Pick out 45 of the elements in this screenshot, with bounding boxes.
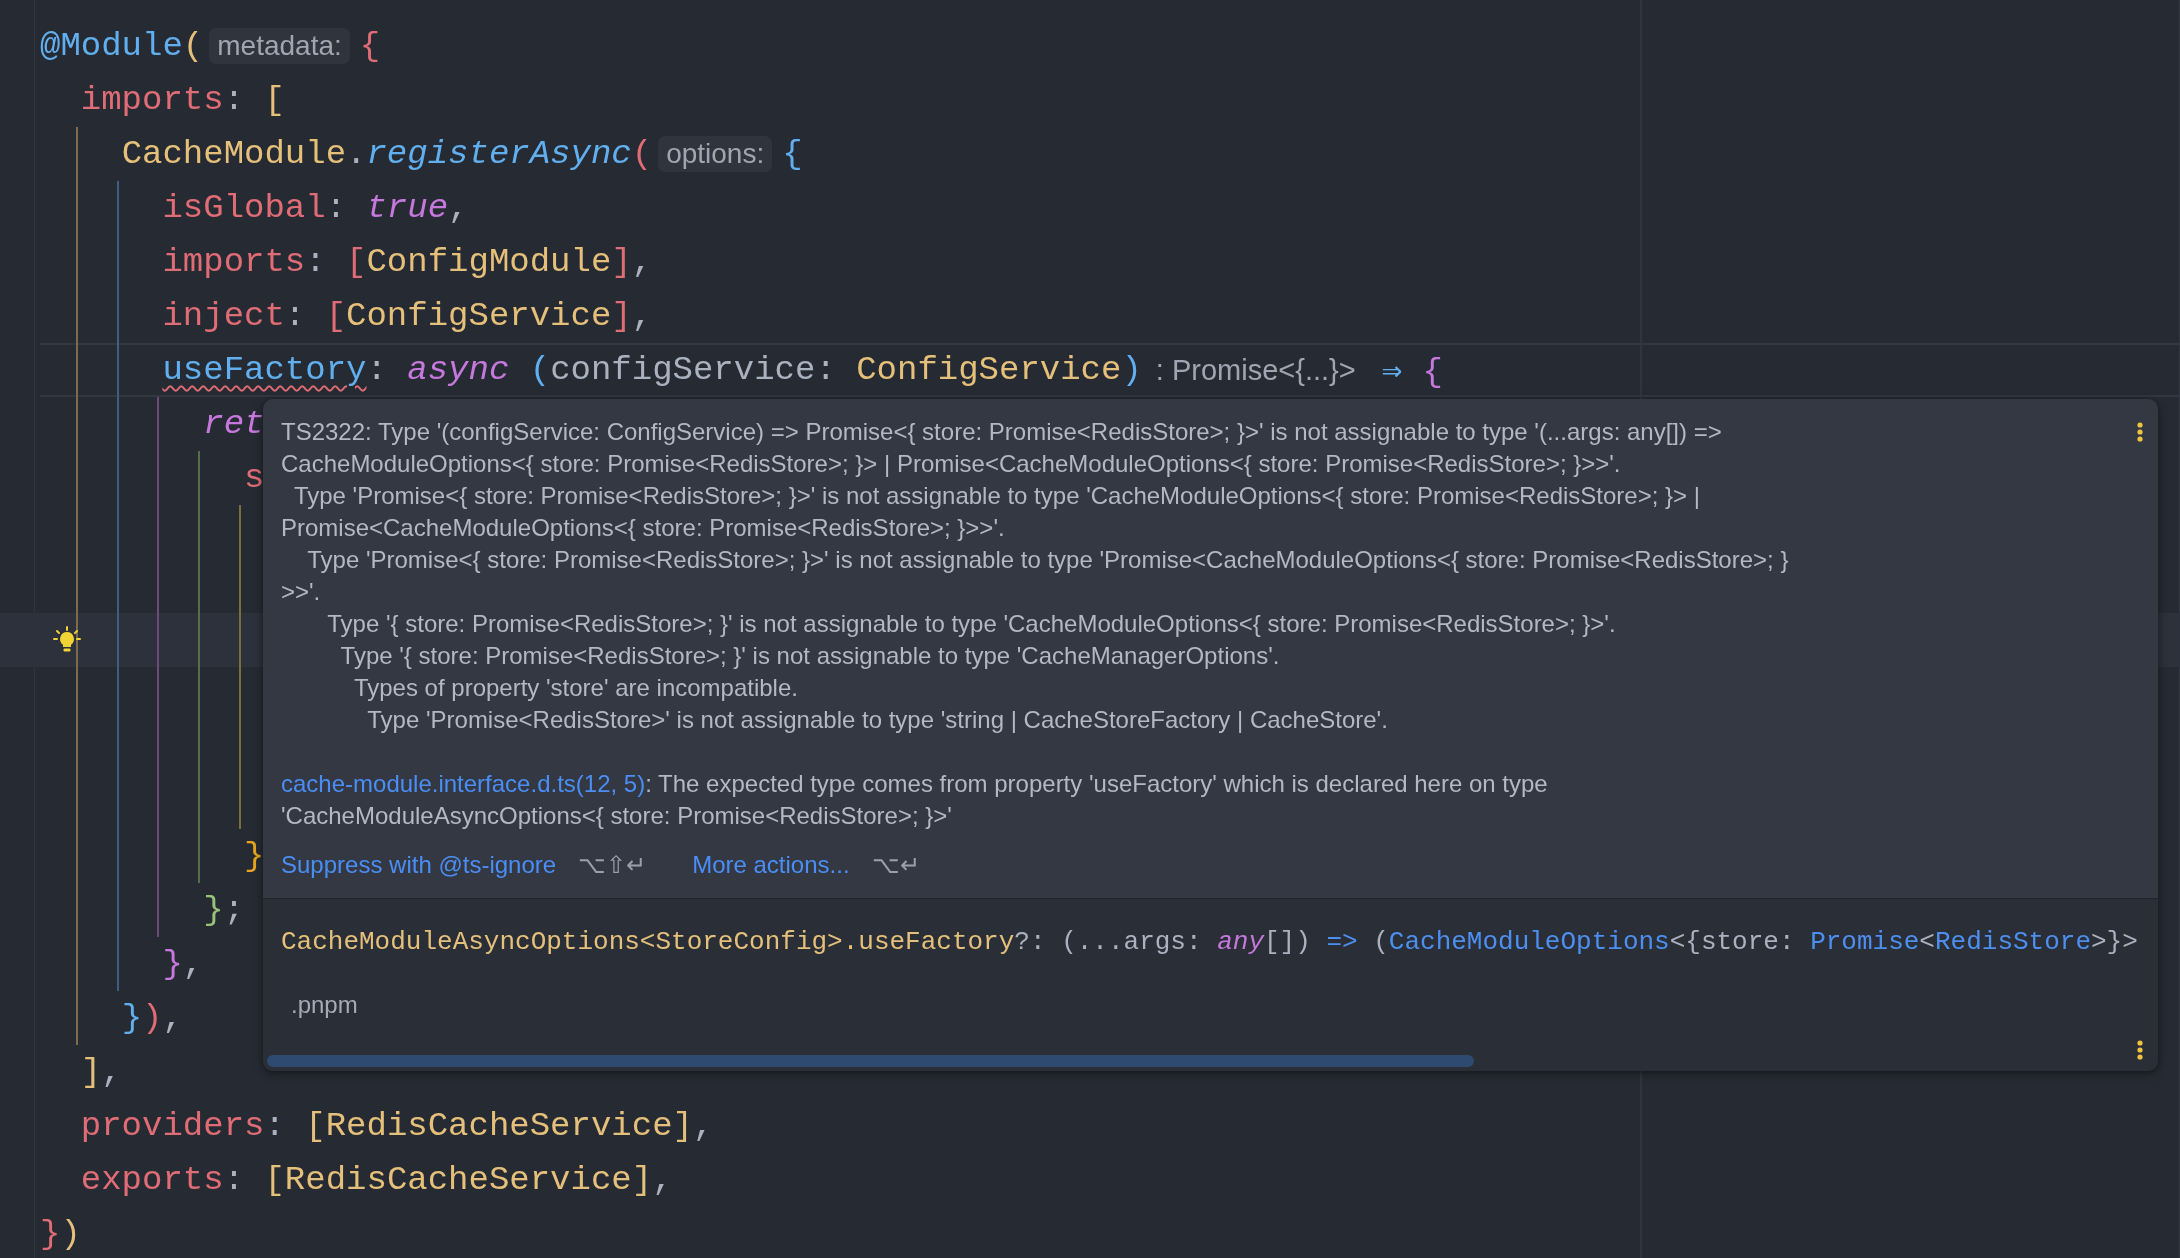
file-link[interactable]: cache-module.interface.d.ts(12, 5) [281, 770, 646, 797]
action-link[interactable]: Suppress with @ts-ignore [281, 849, 557, 881]
code-text: ⇒ { [1381, 352, 1443, 391]
code-text: CacheModule.registerAsync( [120, 135, 653, 173]
error-text: Type 'Promise<{ store: Promise<RedisStore>; }>' is not assignable to type 'Promise<CacheModuleOptions<{ store: Promise<RedisStore>; } [306, 545, 1790, 575]
shortcut-hint: ⌥⇧↵ [578, 850, 647, 880]
code-text: isGlobal: true, [161, 189, 469, 227]
code-text: }) [40, 1215, 81, 1253]
code-text: @Module( [40, 27, 204, 65]
code-text: imports: [ConfigModule], [161, 243, 653, 281]
error-text: Promise<CacheModuleOptions<{ store: Promise<RedisStore>; }>>'. [281, 513, 1006, 543]
more-icon[interactable] [2136, 1039, 2144, 1061]
error-text: TS2322: Type '(configService: ConfigService) => Promise<{ store: Promise<RedisStore>; }>' is not assignable to type '(...args: any[]) => [281, 417, 1723, 447]
code-text: imports: [ [79, 81, 285, 119]
code-text: { [782, 135, 803, 173]
error-text: >>'. [281, 577, 322, 607]
error-text: CacheModuleOptions<{ store: Promise<RedisStore>; }> | Promise<CacheModuleOptions<{ store: Promise<RedisStore>; }>>'. [281, 449, 1622, 479]
more-icon[interactable] [2136, 421, 2144, 443]
error-note: cache-module.interface.d.ts(12, 5): The expected type comes from property 'useFactory' which is declared here on type 'CacheModuleAsyncOptions<{ store: Promise<RedisStore>; }>' [281, 769, 1549, 831]
error-text: Type '{ store: Promise<RedisStore>; }' is not assignable to type 'CacheManagerOptions'. [339, 641, 1281, 671]
scrollbar-thumb[interactable] [267, 1055, 1474, 1067]
code-text: }), [120, 999, 183, 1037]
code-text: ret [202, 405, 265, 443]
code-text: providers: [RedisCacheService], [79, 1107, 714, 1145]
error-text: Type 'Promise<{ store: Promise<RedisStore>; }>' is not assignable to type 'CacheModuleOptions<{ store: Promise<RedisStore>; }> | [292, 481, 1701, 511]
error-text: Type '{ store: Promise<RedisStore>; }' is not assignable to type 'CacheModuleOptions<{ store: Promise<RedisStore>; }>'. [326, 609, 1617, 639]
code-text: exports: [RedisCacheService], [79, 1161, 673, 1199]
action-link[interactable]: More actions... [692, 849, 850, 881]
shortcut-hint: ⌥↵ [871, 850, 920, 880]
code-text: s [243, 459, 265, 497]
inlay-hint: : Promise<{...}> [1155, 353, 1356, 387]
lightbulb-icon[interactable] [53, 626, 81, 654]
error-text: Types of property 'store' are incompatible. [352, 673, 799, 703]
code-text: { [359, 27, 381, 65]
code-text: inject: [ConfigService], [161, 297, 653, 335]
code-text: } [243, 837, 265, 875]
package-path: .pnpm [290, 990, 359, 1020]
error-text: Type 'Promise<RedisStore>' is not assignable to type 'string | CacheStoreFactory | CacheStore'. [366, 705, 1389, 735]
code-text: useFactory: async (configService: ConfigService) [161, 351, 1142, 389]
inlay-hint: metadata: [209, 28, 350, 64]
type-signature: CacheModuleAsyncOptions<StoreConfig>.useFactory?: (...args: any[]) => (CacheModuleOptions<{store: Promise<RedisStore>}> [281, 926, 2139, 959]
code-text: ], [79, 1053, 122, 1091]
code-text: }, [161, 945, 204, 983]
code-text: }; [202, 891, 245, 929]
inlay-hint: options: [658, 136, 773, 172]
